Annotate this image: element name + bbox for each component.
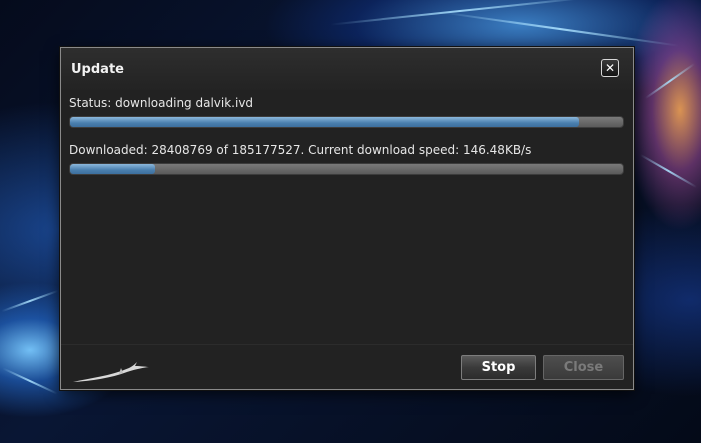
- download-label: Downloaded: 28408769 of 185177527. Curre…: [69, 143, 532, 157]
- footer-divider: [61, 344, 633, 345]
- wallpaper-streak: [441, 11, 679, 47]
- wallpaper-streak: [330, 0, 590, 26]
- status-label: Status: downloading dalvik.ivd: [69, 96, 254, 110]
- status-progress-bar: [69, 116, 624, 128]
- wallpaper-streak: [639, 153, 698, 189]
- close-x-icon[interactable]: ✕: [601, 59, 619, 77]
- download-progress-fill: [70, 164, 155, 174]
- brand-logo-icon: [73, 362, 149, 382]
- close-button: Close: [543, 355, 624, 380]
- status-progress-fill: [70, 117, 579, 127]
- update-dialog: Update ✕ Status: downloading dalvik.ivd …: [60, 47, 634, 390]
- dialog-title: Update: [71, 62, 124, 77]
- wallpaper-streak: [2, 367, 58, 395]
- wallpaper-streak: [1, 289, 59, 313]
- stop-button[interactable]: Stop: [461, 355, 536, 380]
- wallpaper-streak: [644, 62, 696, 100]
- download-progress-bar: [69, 163, 624, 175]
- dialog-titlebar[interactable]: Update ✕: [61, 48, 633, 90]
